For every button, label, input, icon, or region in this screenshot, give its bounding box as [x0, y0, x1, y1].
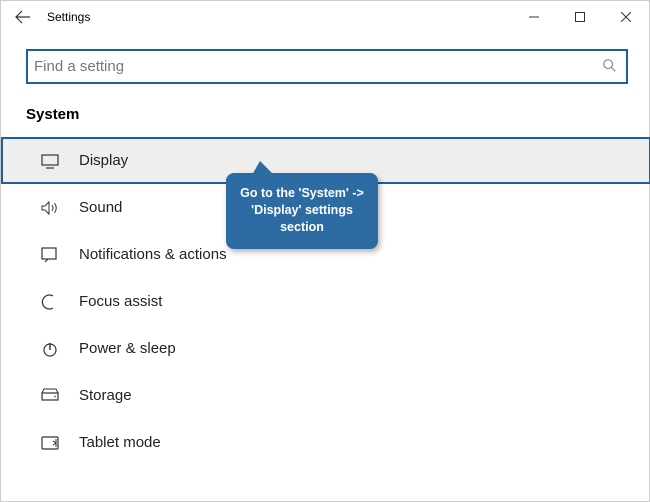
content-area: System Display Sound Notifications & act…	[1, 33, 649, 466]
search-box[interactable]	[26, 49, 628, 84]
maximize-icon	[575, 12, 585, 22]
minimize-icon	[529, 12, 539, 22]
settings-item-label: Sound	[79, 199, 122, 216]
settings-item-power-sleep[interactable]: Power & sleep	[1, 325, 650, 372]
window-controls	[511, 1, 649, 33]
section-heading: System	[26, 106, 624, 123]
settings-item-label: Storage	[79, 387, 132, 404]
search-input[interactable]	[34, 58, 602, 75]
search-icon	[602, 58, 616, 75]
storage-icon	[41, 388, 59, 404]
settings-item-storage[interactable]: Storage	[1, 372, 650, 419]
minimize-button[interactable]	[511, 1, 557, 33]
power-icon	[41, 341, 59, 357]
maximize-button[interactable]	[557, 1, 603, 33]
settings-item-label: Focus assist	[79, 293, 162, 310]
tablet-mode-icon	[41, 435, 59, 451]
instruction-tooltip: Go to the 'System' -> 'Display' settings…	[226, 173, 378, 249]
title-bar: Settings	[1, 1, 649, 33]
settings-item-label: Power & sleep	[79, 340, 176, 357]
settings-item-label: Notifications & actions	[79, 246, 227, 263]
settings-item-label: Tablet mode	[79, 434, 161, 451]
sound-icon	[41, 200, 59, 216]
close-button[interactable]	[603, 1, 649, 33]
display-icon	[41, 153, 59, 169]
window-title: Settings	[39, 10, 90, 24]
back-button[interactable]	[7, 1, 39, 33]
focus-assist-icon	[41, 294, 59, 310]
arrow-left-icon	[15, 9, 31, 25]
settings-item-tablet-mode[interactable]: Tablet mode	[1, 419, 650, 466]
notifications-icon	[41, 247, 59, 263]
close-icon	[621, 12, 631, 22]
settings-item-focus-assist[interactable]: Focus assist	[1, 278, 650, 325]
settings-item-label: Display	[79, 152, 128, 169]
